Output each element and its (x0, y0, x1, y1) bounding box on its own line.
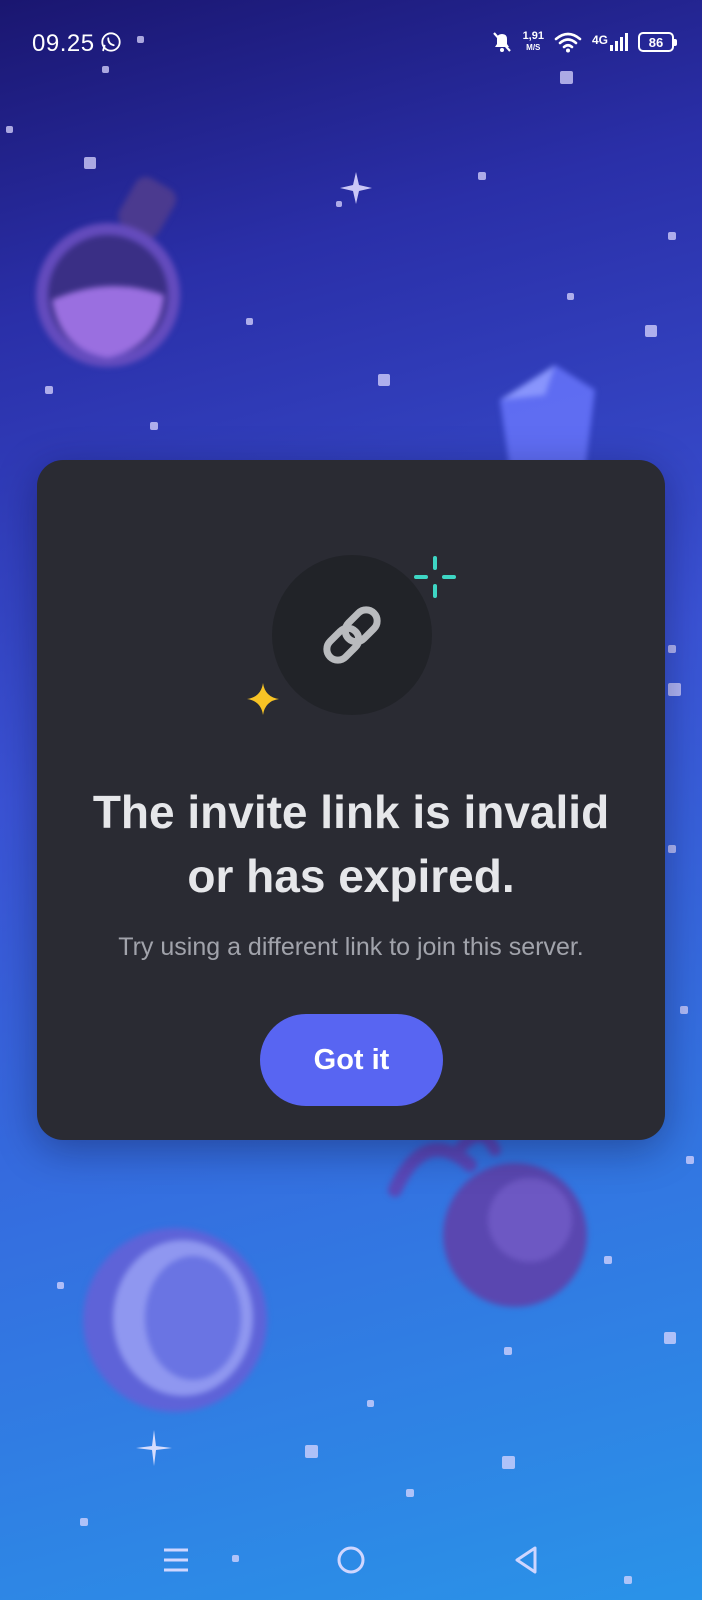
dialog-subtitle: Try using a different link to join this … (118, 933, 584, 961)
star-dot (645, 325, 657, 337)
network-speed-value: 1,91 (522, 30, 544, 42)
link-icon (323, 606, 381, 664)
sparkle-yellow-icon (247, 683, 279, 715)
star-dot (502, 1456, 515, 1469)
star-dot (668, 683, 681, 696)
signal-icon: 4G (592, 33, 628, 51)
battery-level: 86 (648, 34, 664, 50)
sparkle-illustration (340, 172, 372, 204)
star-dot (84, 157, 96, 169)
star-dot (150, 422, 158, 430)
status-icons: 1,91 M/S 4G 86 (491, 30, 677, 54)
star-dot (504, 1347, 512, 1355)
back-button[interactable] (501, 1535, 551, 1585)
menu-button[interactable] (151, 1535, 201, 1585)
crystal-illustration (500, 365, 595, 470)
star-dot (668, 232, 676, 240)
star-dot (406, 1489, 414, 1497)
link-icon-badge (272, 555, 432, 715)
star-dot (378, 374, 390, 386)
network-speed-unit: M/S (526, 43, 541, 52)
menu-icon (164, 1548, 188, 1572)
bell-off-icon (492, 32, 511, 52)
status-time: 09.25 (32, 30, 95, 57)
star-dot (668, 645, 676, 653)
status-bar: 09.25 1,91 M/S 4G 86 (0, 0, 702, 80)
potion-bomb-illustration (388, 1130, 587, 1307)
star-dot (664, 1332, 676, 1344)
system-navigation-bar (0, 1525, 702, 1595)
potion-flask-illustration (36, 177, 180, 367)
star-dot (680, 1006, 688, 1014)
star-dot (246, 318, 253, 325)
star-dot (305, 1445, 318, 1458)
wifi-icon (554, 32, 582, 53)
invalid-invite-dialog: The invite link is invalid or has expire… (37, 460, 665, 1140)
network-speed: 1,91 M/S (523, 31, 544, 53)
whatsapp-icon (101, 32, 121, 52)
star-dot (604, 1256, 612, 1264)
back-icon (515, 1546, 537, 1574)
home-icon (337, 1546, 365, 1574)
home-button[interactable] (326, 1535, 376, 1585)
star-dot (668, 845, 676, 853)
battery-icon: 86 (638, 32, 677, 52)
star-dot (45, 386, 53, 394)
network-type: 4G (591, 33, 608, 47)
sparkle-illustration (136, 1430, 172, 1466)
star-dot (478, 172, 486, 180)
star-dot (6, 126, 13, 133)
star-dot (367, 1400, 374, 1407)
star-dot (686, 1156, 694, 1164)
star-dot (567, 293, 574, 300)
dialog-title: The invite link is invalid or has expire… (92, 786, 610, 902)
star-dot (57, 1282, 64, 1289)
coin-illustration (83, 1228, 267, 1412)
got-it-button[interactable]: Got it (260, 1014, 443, 1106)
